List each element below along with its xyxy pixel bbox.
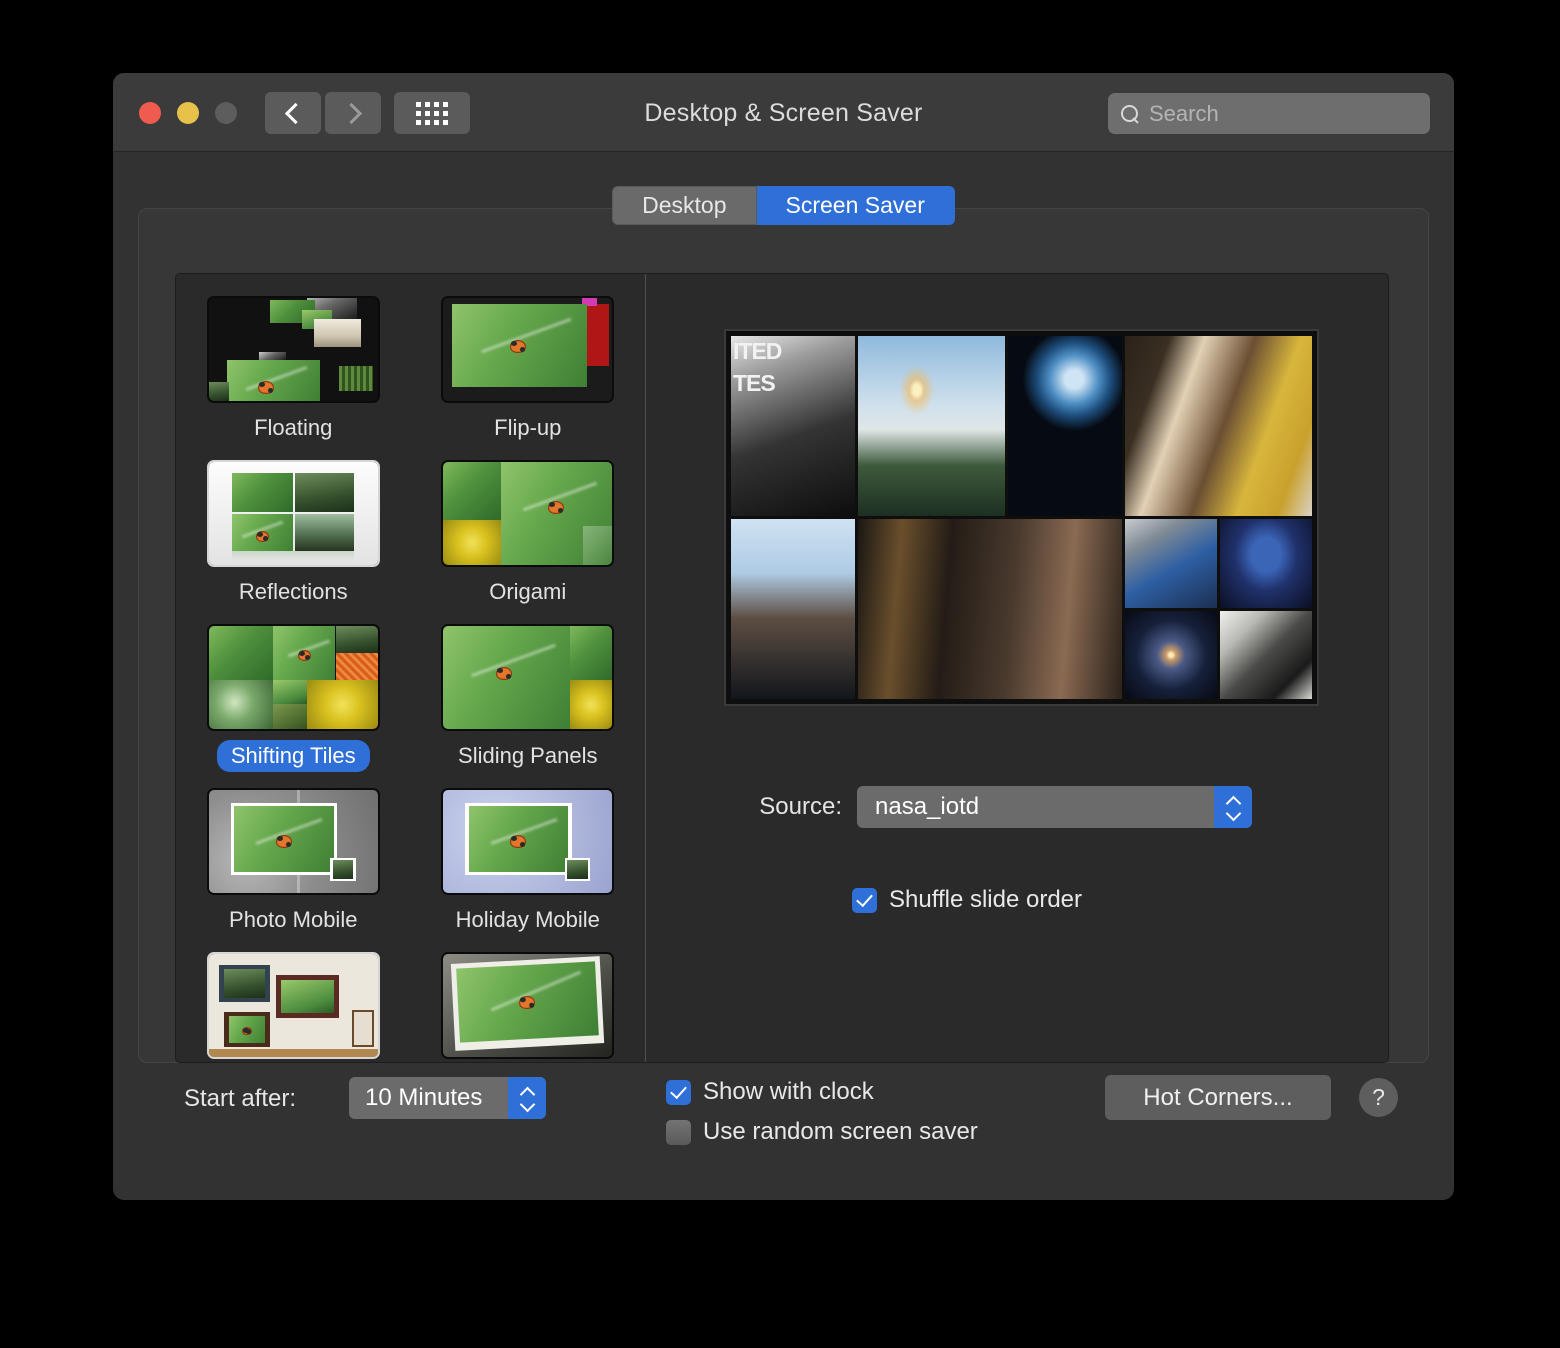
saver-thumbnail [441,460,615,567]
preferences-window: Desktop & Screen Saver Search Desktop Sc… [113,73,1454,1200]
search-input[interactable]: Search [1149,101,1219,127]
tab-bar: Desktop Screen Saver [113,186,1454,225]
shuffle-slide-order-checkbox[interactable] [852,887,877,913]
saver-item-sliding-panels[interactable]: Sliding Panels [411,624,646,772]
shuffle-slide-order-label: Shuffle slide order [889,886,1083,913]
preview-pane: ITED TES Source: nasa_iotd Shuffle slide… [646,274,1388,1062]
window-titlebar: Desktop & Screen Saver Search [113,73,1454,152]
saver-item-flip-up[interactable]: Flip-up [411,296,646,444]
preview-tile-rocket-launch [858,336,1005,516]
search-icon [1120,104,1140,124]
show-with-clock-row[interactable]: Show with clock [666,1078,874,1106]
saver-item-photo-mobile[interactable]: Photo Mobile [176,788,411,936]
preview-tile-iss-astronauts [1125,519,1218,608]
saver-item-vintage-prints[interactable]: Vintage Prints [411,952,646,1062]
source-value: nasa_iotd [875,793,980,820]
preview-tile-spiral-galaxy [1125,610,1218,699]
source-stepper-icon[interactable] [1214,786,1252,828]
content-box: Floating Flip-up Reflections Origami Shi… [138,208,1429,1063]
preview-tile-mercury-astronaut: ITED TES [731,336,856,516]
bottom-bar: Start after: 10 Minutes Show with clock … [138,1071,1429,1176]
saver-thumbnail [441,952,615,1059]
start-after-dropdown[interactable]: 10 Minutes [349,1077,546,1119]
preview-tile-woman-capitol [731,519,856,699]
saver-label: Shifting Tiles [216,740,370,772]
preview-tile-spacewalk [1220,610,1312,699]
saver-label: Sliding Panels [458,743,598,768]
saver-item-floating[interactable]: Floating [176,296,411,444]
show-with-clock-label: Show with clock [703,1078,874,1105]
source-dropdown[interactable]: nasa_iotd [857,786,1252,828]
saver-label: Flip-up [494,415,562,440]
shuffle-slide-order-row[interactable]: Shuffle slide order [852,886,1082,914]
saver-label: Floating [254,415,333,440]
use-random-screen-saver-checkbox[interactable] [666,1119,691,1145]
saver-thumbnail [441,788,615,895]
use-random-screen-saver-row[interactable]: Use random screen saver [666,1118,978,1146]
saver-item-reflections[interactable]: Reflections [176,460,411,608]
preview-tile-earth [1007,336,1123,516]
show-with-clock-checkbox[interactable] [666,1079,691,1105]
start-after-value: 10 Minutes [365,1084,483,1111]
saver-label: Reflections [238,579,348,604]
source-label: Source: [759,793,842,820]
saver-label: Origami [489,579,567,604]
saver-thumbnail [206,788,380,895]
saver-thumbnail [206,296,380,403]
screen-saver-preview[interactable]: ITED TES [724,329,1319,706]
search-field[interactable]: Search [1108,93,1430,134]
preview-tile-children-choir [858,519,1123,699]
preview-tile-text-2: TES [733,370,776,396]
panes: Floating Flip-up Reflections Origami Shi… [175,273,1389,1063]
saver-item-holiday-mobile[interactable]: Holiday Mobile [411,788,646,936]
saver-label: Photo Mobile [229,907,358,932]
tab-desktop[interactable]: Desktop [612,186,757,225]
saver-thumbnail [441,296,615,403]
saver-label: Holiday Mobile [455,907,600,932]
source-row: Source: nasa_iotd [646,786,1388,828]
start-after-label: Start after: [184,1085,297,1112]
saver-thumbnail [206,460,380,567]
saver-item-origami[interactable]: Origami [411,460,646,608]
tab-screen-saver[interactable]: Screen Saver [756,186,955,225]
preview-mosaic: ITED TES [731,336,1312,699]
saver-thumbnail [441,624,615,731]
hot-corners-button[interactable]: Hot Corners... [1105,1075,1331,1120]
preview-tile-two-women [1125,336,1312,516]
preview-tile-astronaut-class [1220,519,1312,608]
use-random-screen-saver-label: Use random screen saver [703,1118,978,1145]
saver-item-shifting-tiles[interactable]: Shifting Tiles [176,624,411,772]
screen-saver-list[interactable]: Floating Flip-up Reflections Origami Shi… [176,274,646,1062]
help-button[interactable]: ? [1359,1078,1398,1117]
preview-tile-text-1: ITED [733,338,782,364]
saver-thumbnail [206,952,380,1059]
saver-item-photo-wall[interactable]: Photo Wall [176,952,411,1062]
preview-tile-quad-group [1125,519,1312,699]
saver-thumbnail [206,624,380,731]
start-after-stepper-icon[interactable] [508,1077,546,1119]
